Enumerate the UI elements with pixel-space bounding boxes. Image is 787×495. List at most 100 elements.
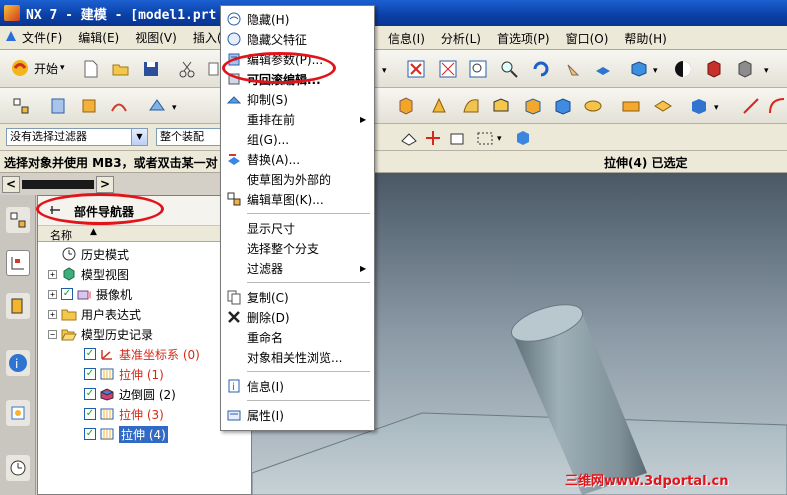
context-menu-item[interactable]: 属性(I) xyxy=(221,405,374,425)
visibility-checkbox[interactable]: ✓ xyxy=(84,368,96,380)
pattern-icon[interactable] xyxy=(522,95,544,117)
boss-icon[interactable] xyxy=(620,95,642,117)
expand-icon[interactable]: + xyxy=(48,269,57,279)
arc-icon[interactable] xyxy=(766,95,787,117)
fit-icon[interactable] xyxy=(405,58,427,80)
expand-icon[interactable]: + xyxy=(48,309,57,319)
context-menu-item-label: 可回滚编辑... xyxy=(247,72,321,87)
context-menu-item[interactable]: 隐藏父特征 xyxy=(221,29,374,49)
select-mode-dropdown-icon[interactable]: ▾ xyxy=(497,134,502,144)
rectangle-select-icon[interactable] xyxy=(474,127,496,149)
menu-analysis[interactable]: 分析(L) xyxy=(433,30,489,47)
context-menu-item[interactable]: 重排在前 ▶ xyxy=(221,109,374,129)
feature-operations-dropdown-icon[interactable]: ▾ xyxy=(714,103,719,113)
menu-view[interactable]: 视图(V) xyxy=(127,29,185,46)
replace-icon xyxy=(221,151,247,167)
context-menu-item[interactable]: 重命名 xyxy=(221,327,374,347)
assembly-icon[interactable] xyxy=(10,95,32,117)
menu-file[interactable]: 文件(F) xyxy=(14,29,70,46)
block-icon[interactable] xyxy=(552,95,574,117)
menu-help[interactable]: 帮助(H) xyxy=(616,30,674,47)
cut-icon[interactable] xyxy=(176,58,198,80)
part-navigator-tab-icon[interactable] xyxy=(6,250,30,276)
open-icon[interactable] xyxy=(110,58,132,80)
feature-dropdown-icon[interactable]: ▾ xyxy=(172,103,177,113)
zoom-window-icon[interactable] xyxy=(437,58,459,80)
menu-edit[interactable]: 编辑(E) xyxy=(70,29,127,46)
blend-icon[interactable] xyxy=(146,95,168,117)
context-menu-item[interactable]: 替换(A)... xyxy=(221,149,374,169)
context-menu-item[interactable]: 隐藏(H) xyxy=(221,9,374,29)
save-icon[interactable] xyxy=(140,58,162,80)
pocket-icon[interactable] xyxy=(652,95,674,117)
more-tools-icon[interactable]: ▾ xyxy=(764,66,769,76)
cylinder-icon[interactable] xyxy=(395,95,417,117)
perspective-icon[interactable] xyxy=(592,58,614,80)
render-style-icon[interactable] xyxy=(628,58,650,80)
visibility-checkbox[interactable]: ✓ xyxy=(84,388,96,400)
context-menu-item[interactable]: i 信息(I) xyxy=(221,376,374,396)
revolve-icon[interactable] xyxy=(108,95,130,117)
menu-window[interactable]: 窗口(O) xyxy=(558,30,617,47)
context-menu-item[interactable]: 使草图为外部的 xyxy=(221,169,374,189)
clock-tab-icon[interactable] xyxy=(6,455,30,481)
selection-filter-combo[interactable]: 没有选择过滤器 ▼ xyxy=(6,128,148,146)
context-menu-item[interactable]: 编辑草图(K)... xyxy=(221,189,374,209)
snap-endpoint-icon[interactable] xyxy=(422,127,444,149)
assembly-scope-combo[interactable]: 整个装配 xyxy=(156,128,224,146)
visibility-checkbox[interactable]: ✓ xyxy=(61,288,73,300)
context-menu-item[interactable]: 对象相关性浏览... xyxy=(221,347,374,367)
nav-next-button[interactable]: > xyxy=(96,176,114,193)
extrude-tool-icon[interactable] xyxy=(78,95,100,117)
snap-intersection-icon[interactable] xyxy=(446,127,468,149)
context-menu-item[interactable]: 组(G)... xyxy=(221,129,374,149)
select-body-icon[interactable] xyxy=(512,127,534,149)
pan-icon[interactable] xyxy=(561,58,583,80)
web-browser-tab-icon[interactable]: i xyxy=(6,350,30,376)
toolbar-overflow-icon[interactable]: ▾ xyxy=(382,66,387,76)
hide-body-icon[interactable] xyxy=(734,58,756,80)
zoom-icon[interactable] xyxy=(498,58,520,80)
shell-icon[interactable] xyxy=(460,95,482,117)
snap-point-icon[interactable] xyxy=(398,127,420,149)
visibility-checkbox[interactable]: ✓ xyxy=(84,408,96,420)
background-icon[interactable] xyxy=(672,58,694,80)
feature-operations-icon[interactable] xyxy=(688,95,710,117)
context-menu-item[interactable]: 过滤器 ▶ xyxy=(221,258,374,278)
resource-bar: i xyxy=(0,195,36,495)
draft-icon[interactable] xyxy=(490,95,512,117)
context-menu-item[interactable]: 删除(D) xyxy=(221,307,374,327)
line-icon[interactable] xyxy=(740,95,762,117)
context-menu-item[interactable]: 可回滚编辑... xyxy=(221,69,374,89)
section-view-icon[interactable] xyxy=(703,58,725,80)
start-button[interactable]: 开始 ▾ xyxy=(10,58,65,78)
history-tab-icon[interactable] xyxy=(6,400,30,426)
context-menu-item[interactable]: 编辑参数(P)... xyxy=(221,49,374,69)
render-style-dropdown-icon[interactable]: ▾ xyxy=(653,66,658,76)
expand-icon[interactable]: + xyxy=(48,289,57,299)
copy-toolbar-icon[interactable] xyxy=(200,58,222,80)
context-menu-item[interactable]: 选择整个分支 xyxy=(221,238,374,258)
hole-icon[interactable] xyxy=(582,95,604,117)
camera-icon xyxy=(76,287,92,301)
visibility-checkbox[interactable]: ✓ xyxy=(84,428,96,440)
zoom-region-icon[interactable] xyxy=(467,58,489,80)
menu-preferences[interactable]: 首选项(P) xyxy=(489,30,558,47)
context-menu-item[interactable]: 抑制(S) xyxy=(221,89,374,109)
collapse-icon[interactable]: − xyxy=(48,329,57,339)
new-icon[interactable] xyxy=(80,58,102,80)
context-menu-item[interactable]: 显示尺寸 xyxy=(221,218,374,238)
model-views-icon xyxy=(61,267,77,281)
sketch-icon[interactable] xyxy=(48,95,70,117)
menu-separator xyxy=(247,213,370,214)
app-menu-icon[interactable] xyxy=(0,29,16,46)
assembly-navigator-tab-icon[interactable] xyxy=(6,207,30,233)
reuse-library-tab-icon[interactable] xyxy=(6,293,30,319)
context-menu-item[interactable]: 复制(C) xyxy=(221,287,374,307)
menu-information[interactable]: 信息(I) xyxy=(380,30,433,47)
pin-icon[interactable] xyxy=(48,204,62,219)
rotate-icon[interactable] xyxy=(530,58,552,80)
nav-prev-button[interactable]: < xyxy=(2,176,20,193)
chamfer-icon[interactable] xyxy=(428,95,450,117)
visibility-checkbox[interactable]: ✓ xyxy=(84,348,96,360)
